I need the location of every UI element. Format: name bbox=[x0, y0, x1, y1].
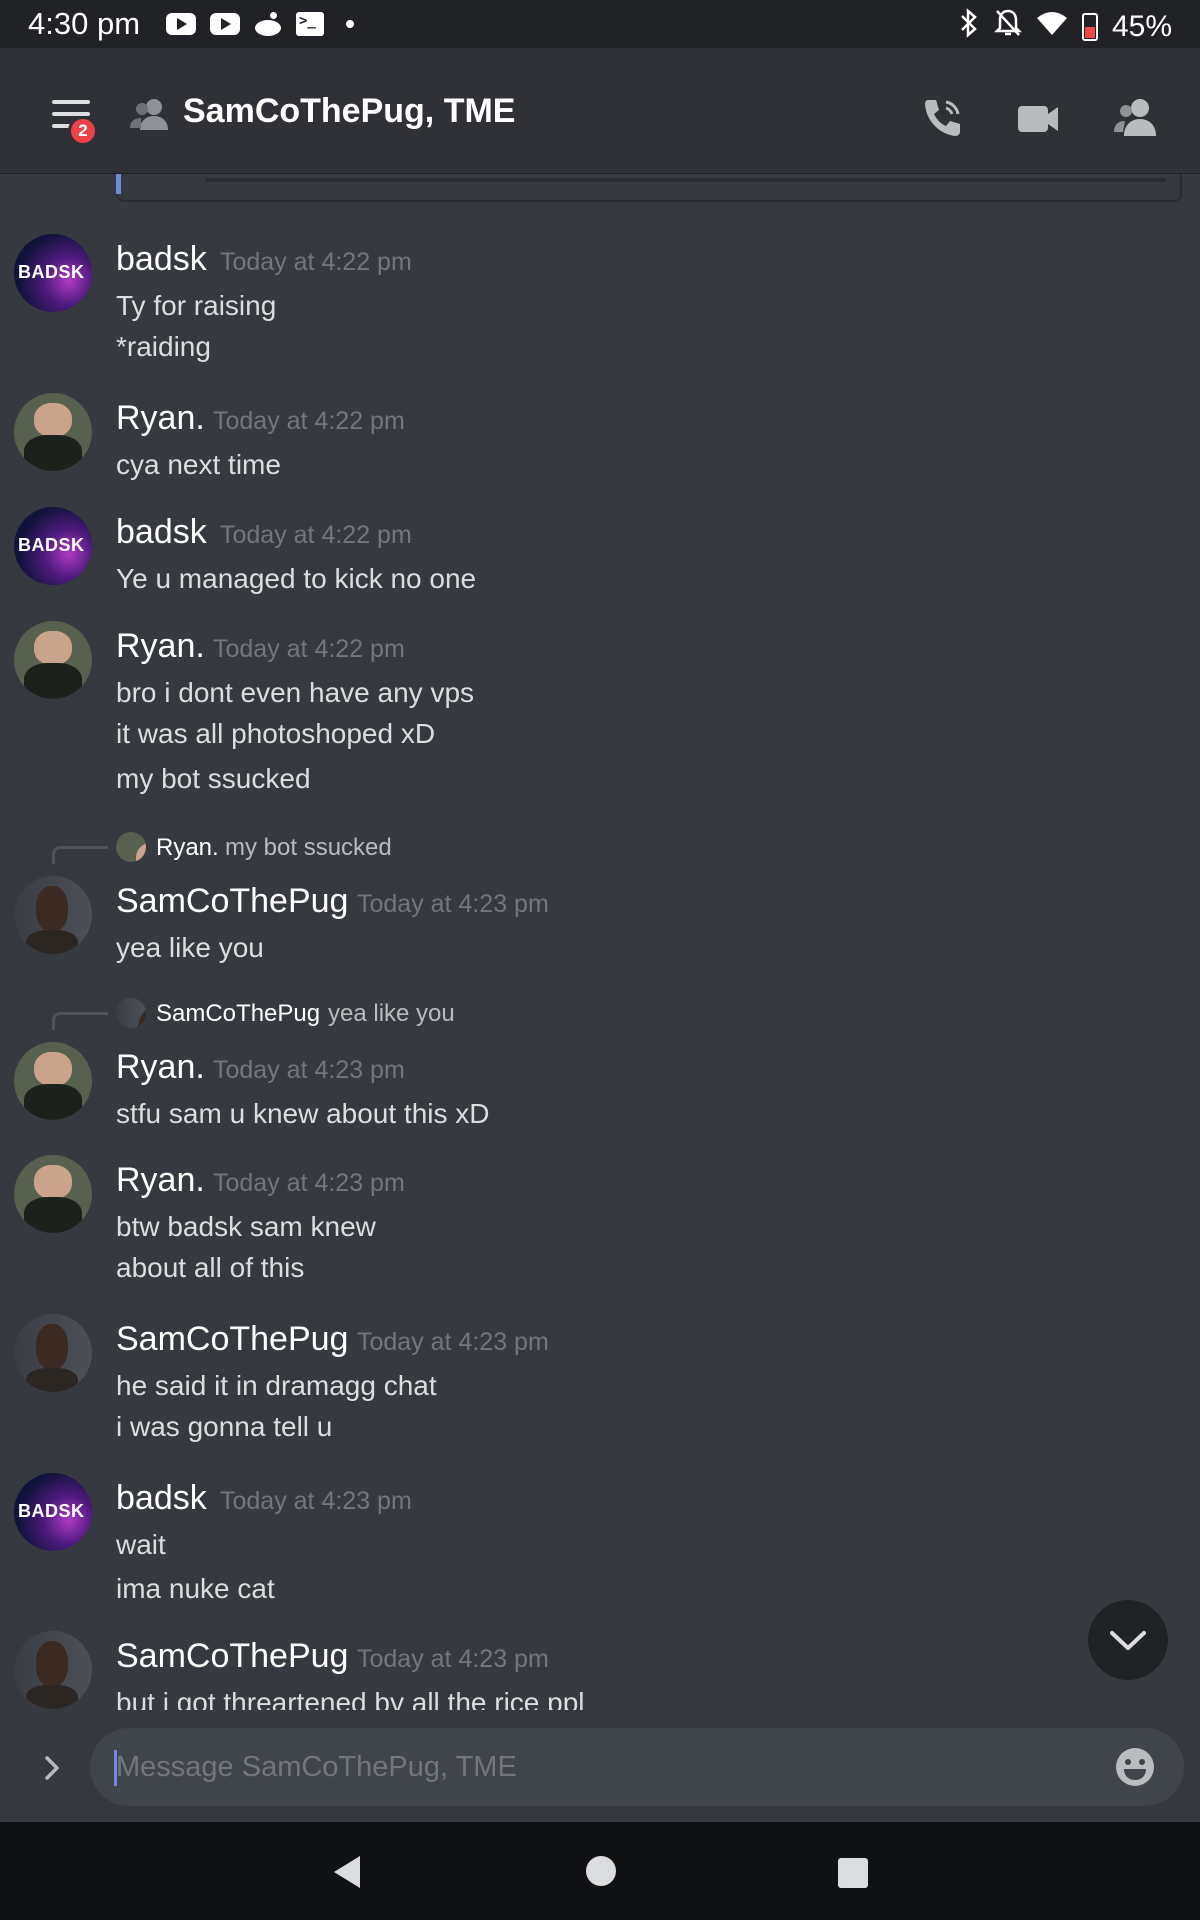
back-icon[interactable] bbox=[330, 1852, 370, 1892]
message-text: *raiding bbox=[116, 331, 211, 362]
message-timestamp: Today at 4:23 pm bbox=[220, 1487, 412, 1515]
more-notifications-dot-icon bbox=[346, 20, 354, 28]
youtube-icon bbox=[166, 13, 196, 35]
avatar[interactable]: BADSK bbox=[14, 1473, 92, 1551]
message-input[interactable] bbox=[90, 1728, 1184, 1806]
message-text: it was all photoshoped xD bbox=[116, 718, 436, 749]
bluetooth-icon bbox=[958, 8, 980, 45]
message-timestamp: Today at 4:23 pm bbox=[357, 890, 549, 918]
battery-icon bbox=[1081, 12, 1098, 41]
chevron-down-icon bbox=[1110, 1631, 1146, 1650]
message-list[interactable]: BADSK badsk Today at 4:22 pm Ty for rais… bbox=[0, 202, 1200, 1710]
message-timestamp: Today at 4:23 pm bbox=[357, 1328, 549, 1356]
embed-accent-bar bbox=[116, 174, 121, 194]
member-list-button[interactable] bbox=[1106, 88, 1166, 148]
message-text: wait bbox=[116, 1529, 166, 1560]
group-dm-icon bbox=[130, 99, 168, 130]
message-text: ima nuke cat bbox=[116, 1573, 275, 1604]
avatar[interactable] bbox=[14, 393, 92, 471]
message-text: my bot ssucked bbox=[116, 763, 311, 794]
message-text: but i got threartened by all the rice pp… bbox=[116, 1687, 585, 1710]
system-nav-bar bbox=[0, 1822, 1200, 1920]
avatar-logo-text: BADSK bbox=[18, 1501, 85, 1521]
avatar-logo-text: BADSK bbox=[18, 535, 85, 555]
status-bar: 4:30 pm 45% bbox=[0, 0, 1200, 48]
reply-author[interactable]: SamCoThePug bbox=[156, 1000, 320, 1028]
message-timestamp: Today at 4:23 pm bbox=[213, 1169, 405, 1197]
message-author[interactable]: badsk bbox=[116, 240, 207, 279]
avatar[interactable] bbox=[14, 621, 92, 699]
avatar[interactable] bbox=[14, 876, 92, 954]
message-text: Ty for raising bbox=[116, 290, 277, 321]
message-author[interactable]: badsk bbox=[116, 1479, 207, 1518]
message-text: he said it in dramagg chat bbox=[116, 1370, 437, 1401]
avatar[interactable]: BADSK bbox=[14, 507, 92, 585]
avatar[interactable] bbox=[14, 1042, 92, 1120]
wifi-icon bbox=[1036, 10, 1068, 43]
message-timestamp: Today at 4:22 pm bbox=[220, 248, 412, 276]
message-author[interactable]: badsk bbox=[116, 513, 207, 552]
message-author[interactable]: Ryan. bbox=[116, 1161, 205, 1200]
message-text: bro i dont even have any vps bbox=[116, 677, 475, 708]
unread-badge: 2 bbox=[68, 116, 98, 146]
message-author[interactable]: Ryan. bbox=[116, 399, 205, 438]
avatar[interactable] bbox=[14, 1155, 92, 1233]
emoji-button[interactable] bbox=[1114, 1746, 1156, 1788]
message-text: stfu sam u knew about this xD bbox=[116, 1098, 490, 1129]
message-text: i was gonna tell u bbox=[116, 1411, 333, 1442]
text-caret bbox=[114, 1750, 117, 1786]
message-author[interactable]: SamCoThePug bbox=[116, 882, 348, 921]
message-author[interactable]: Ryan. bbox=[116, 627, 205, 666]
notifications-off-icon bbox=[993, 8, 1022, 45]
message-text: cya next time bbox=[116, 449, 281, 480]
avatar[interactable] bbox=[14, 1631, 92, 1709]
reply-preview[interactable]: yea like you bbox=[328, 1000, 455, 1028]
message-text: Ye u managed to kick no one bbox=[116, 563, 477, 594]
channel-title: SamCoThePug, TME bbox=[183, 92, 516, 130]
reply-spine bbox=[52, 846, 108, 864]
message-composer bbox=[0, 1710, 1200, 1822]
recent-apps-icon[interactable] bbox=[838, 1858, 868, 1888]
expand-actions-button[interactable] bbox=[32, 1748, 72, 1788]
message-author[interactable]: SamCoThePug bbox=[116, 1637, 348, 1676]
message-author[interactable]: Ryan. bbox=[116, 1048, 205, 1087]
embed-divider bbox=[206, 178, 1166, 182]
call-button[interactable] bbox=[912, 88, 972, 148]
status-system-icons: 45% bbox=[958, 8, 1172, 45]
message-timestamp: Today at 4:23 pm bbox=[357, 1645, 549, 1673]
home-icon[interactable] bbox=[586, 1856, 616, 1886]
message-author[interactable]: SamCoThePug bbox=[116, 1320, 348, 1359]
message-timestamp: Today at 4:22 pm bbox=[220, 521, 412, 549]
youtube-icon bbox=[210, 13, 240, 35]
reply-avatar bbox=[116, 832, 146, 862]
message-text: btw badsk sam knew bbox=[116, 1211, 376, 1242]
reply-spine bbox=[52, 1012, 108, 1030]
status-time: 4:30 pm bbox=[28, 6, 141, 41]
jump-to-bottom-button[interactable] bbox=[1088, 1600, 1168, 1680]
reply-avatar bbox=[116, 998, 146, 1028]
reply-preview[interactable]: my bot ssucked bbox=[225, 834, 392, 862]
status-notification-icons bbox=[166, 12, 354, 36]
avatar-logo-text: BADSK bbox=[18, 262, 85, 282]
reply-author[interactable]: Ryan. bbox=[156, 834, 219, 862]
reddit-icon bbox=[254, 12, 282, 36]
message-timestamp: Today at 4:23 pm bbox=[213, 1056, 405, 1084]
terminal-icon bbox=[296, 12, 324, 36]
avatar[interactable]: BADSK bbox=[14, 234, 92, 312]
battery-percent: 45% bbox=[1111, 9, 1172, 43]
message-timestamp: Today at 4:22 pm bbox=[213, 407, 405, 435]
video-call-button[interactable] bbox=[1008, 88, 1068, 148]
avatar[interactable] bbox=[14, 1314, 92, 1392]
message-timestamp: Today at 4:22 pm bbox=[213, 635, 405, 663]
message-text: yea like you bbox=[116, 932, 264, 963]
menu-icon-bar bbox=[52, 100, 90, 104]
channel-header: 2 SamCoThePug, TME bbox=[0, 48, 1200, 174]
message-text: about all of this bbox=[116, 1252, 305, 1283]
